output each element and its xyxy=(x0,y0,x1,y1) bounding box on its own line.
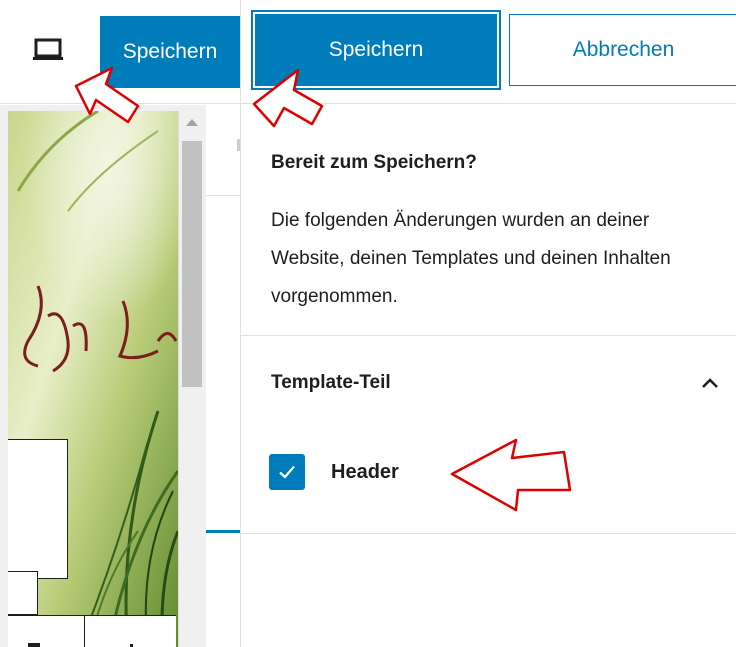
scroll-up-arrow-icon[interactable] xyxy=(186,119,198,126)
template-part-section: Template-Teil Header xyxy=(241,336,736,534)
block-outline[interactable] xyxy=(8,439,68,579)
cancel-button[interactable]: Abbrechen xyxy=(509,14,736,86)
save-button[interactable]: Speichern xyxy=(255,14,497,86)
block-icon[interactable] xyxy=(28,643,40,647)
editor-canvas xyxy=(0,105,240,647)
block-outline[interactable] xyxy=(8,571,38,615)
save-button-top[interactable]: Speichern xyxy=(100,16,240,88)
section-title[interactable]: Template-Teil xyxy=(271,372,391,394)
canvas-scrollbar[interactable] xyxy=(178,111,205,647)
summary-title: Bereit zum Speichern? xyxy=(271,152,477,173)
checkmark-icon xyxy=(279,465,295,479)
summary-description: Die folgenden Änderungen wurden an deine… xyxy=(271,210,671,307)
save-panel-header: Speichern Abbrechen xyxy=(241,0,736,104)
active-indicator xyxy=(206,530,240,533)
divider xyxy=(84,616,85,647)
checkbox-label: Header xyxy=(331,460,399,483)
save-summary: Bereit zum Speichern? Die folgenden Ände… xyxy=(241,104,736,336)
chevron-up-icon[interactable] xyxy=(699,372,721,394)
canvas-sidebar-edge xyxy=(206,105,240,647)
divider xyxy=(206,195,240,196)
checkbox-header[interactable] xyxy=(269,454,305,490)
scroll-thumb[interactable] xyxy=(182,141,202,387)
list-item[interactable]: Header xyxy=(269,452,399,492)
editor-top-bar: Speichern xyxy=(0,0,240,104)
laptop-icon[interactable] xyxy=(30,36,70,66)
save-panel: Speichern Abbrechen Bereit zum Speichern… xyxy=(240,0,736,647)
block-toolbar[interactable] xyxy=(8,615,176,647)
